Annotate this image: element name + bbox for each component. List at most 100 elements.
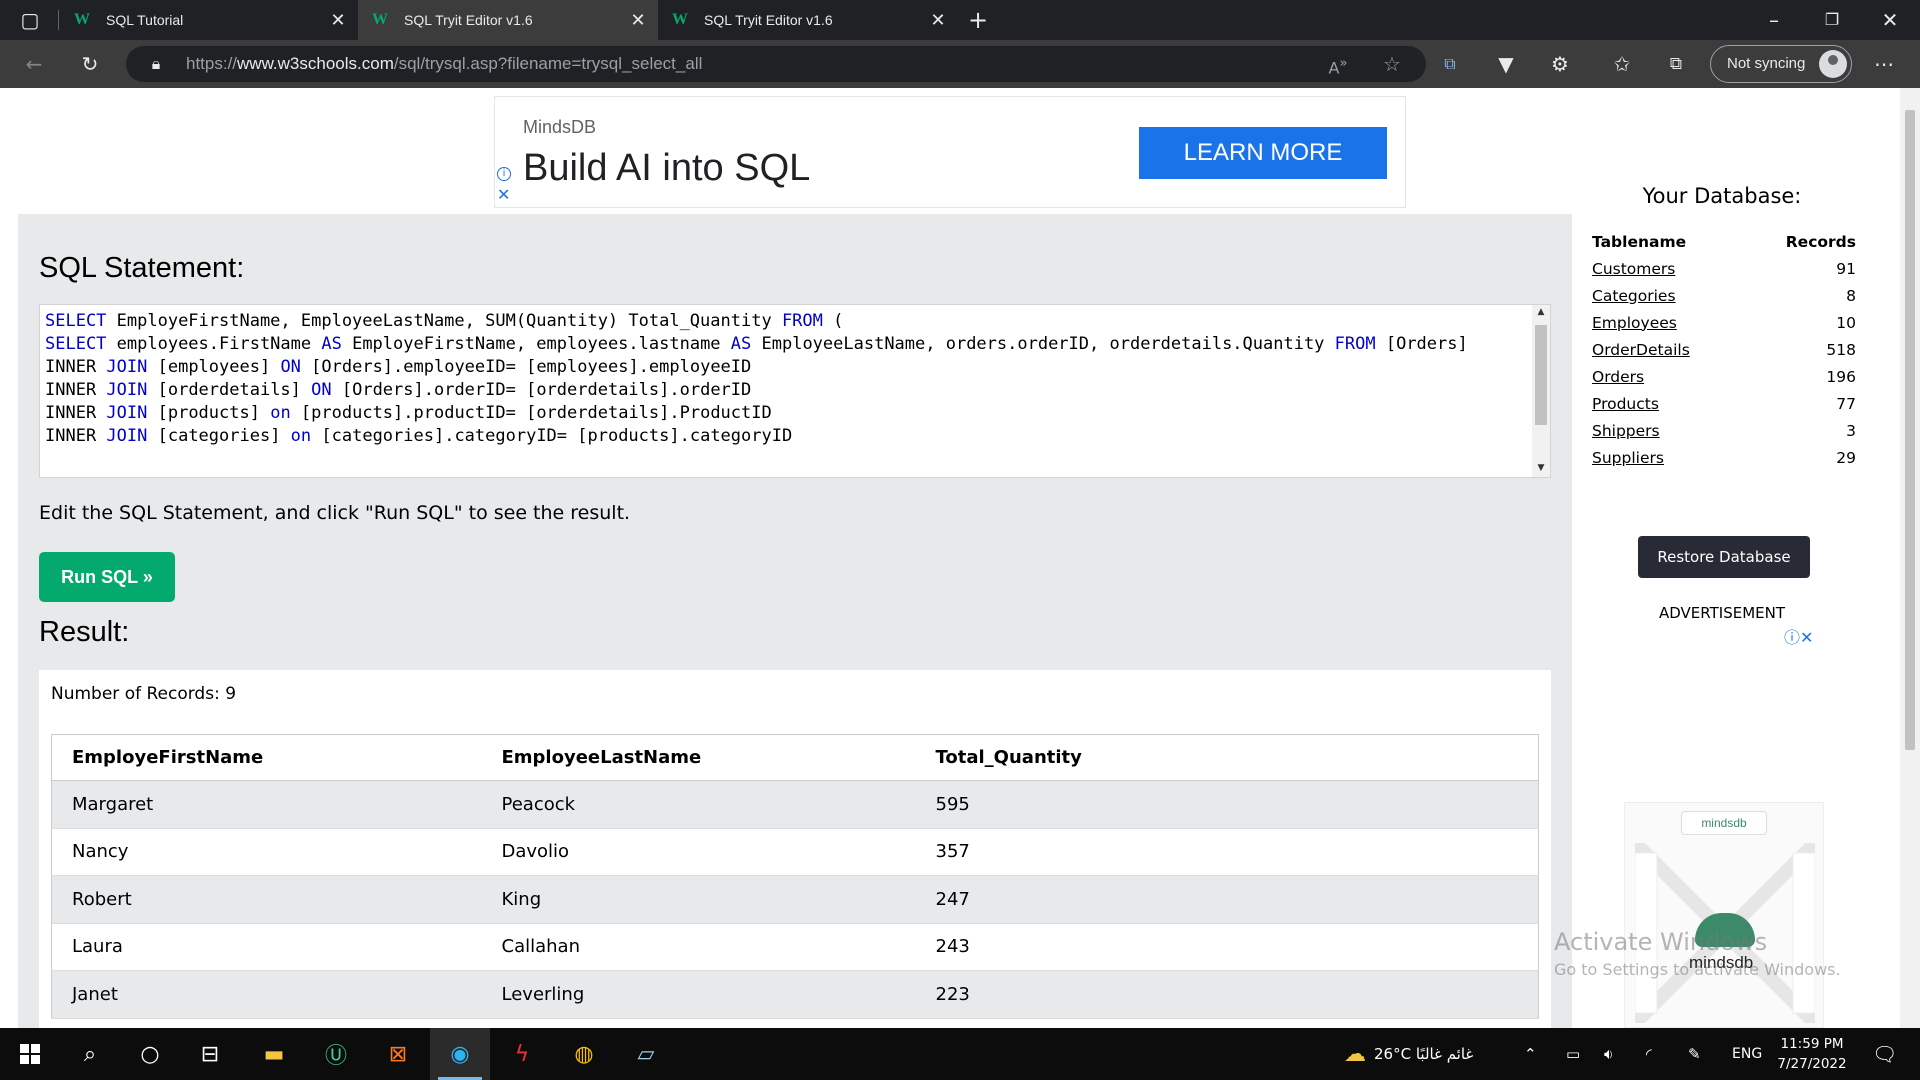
sql-keyword: JOIN — [106, 403, 148, 423]
table-link-categories[interactable]: Categories — [1592, 287, 1676, 305]
show-hidden-icons-icon[interactable]: ⌃ — [1524, 1028, 1537, 1080]
result-panel: Number of Records: 9 EmployeFirstName Em… — [39, 670, 1551, 1028]
address-bar[interactable]: 🔒︎ https://www.w3schools.com/sql/trysql.… — [126, 46, 1426, 82]
notepad-icon[interactable]: ▱ — [616, 1028, 676, 1080]
ad-banner[interactable]: MindsDB Build AI into SQL LEARN MORE i ✕ — [494, 96, 1406, 208]
profile-sync-button[interactable]: Not syncing — [1710, 45, 1852, 83]
code-line[interactable]: INNER JOIN [products] on [products].prod… — [45, 403, 772, 423]
lock-icon[interactable]: 🔒︎ — [140, 48, 172, 80]
weather-text: 26°C غائم غالبًا — [1374, 1045, 1474, 1063]
table-link-orders[interactable]: Orders — [1592, 368, 1644, 386]
url-text[interactable]: https://www.w3schools.com/sql/trysql.asp… — [186, 46, 702, 82]
sql-code-editor[interactable]: SELECT EmployeFirstName, EmployeeLastNam… — [39, 304, 1551, 478]
scroll-down-icon[interactable]: ▼ — [1532, 463, 1550, 473]
new-tab-icon[interactable]: + — [962, 4, 994, 36]
wifi-icon[interactable]: ◜ — [1646, 1028, 1652, 1080]
start-icon[interactable] — [0, 1028, 60, 1080]
table-link-orderdetails[interactable]: OrderDetails — [1592, 341, 1690, 359]
code-line[interactable]: SELECT employees.FirstName AS EmployeFir… — [45, 334, 1468, 354]
tab-actions-icon[interactable]: ▢ — [14, 4, 46, 36]
side-advertisement[interactable]: mindsdb mindsdb — [1624, 802, 1824, 1028]
editor-scrollbar[interactable]: ▲ ▼ — [1532, 305, 1550, 477]
browser-tab-bar: ▢ W SQL Tutorial ✕ W SQL Tryit Editor v1… — [0, 0, 1920, 40]
battery-icon[interactable]: ▭ — [1566, 1028, 1580, 1080]
chrome-icon[interactable]: ◍ — [554, 1028, 614, 1080]
add-favorite-icon[interactable]: ☆ — [1376, 48, 1408, 80]
sql-text: INNER — [45, 380, 107, 400]
volume-icon[interactable]: 🔉︎ — [1604, 1028, 1613, 1080]
ad-close-icon[interactable]: ⓘ✕ — [1784, 624, 1813, 648]
language-indicator[interactable]: ENG — [1732, 1028, 1762, 1080]
weather-widget[interactable]: ☁ 26°C غائم غالبًا — [1344, 1028, 1473, 1080]
tab-sql-tryit-editor-active[interactable]: W SQL Tryit Editor v1.6 ✕ — [358, 0, 658, 40]
clock[interactable]: 11:59 PM 7/27/2022 — [1760, 1034, 1864, 1074]
minimize-window-icon[interactable]: – — [1758, 4, 1790, 36]
cortana-icon[interactable]: ○ — [120, 1028, 180, 1080]
table-link-employees[interactable]: Employees — [1592, 314, 1677, 332]
table-link-shippers[interactable]: Shippers — [1592, 422, 1660, 440]
table-link-customers[interactable]: Customers — [1592, 260, 1675, 278]
read-aloud-icon[interactable]: A» — [1322, 48, 1354, 80]
restore-window-icon[interactable]: ❐ — [1816, 4, 1848, 36]
table-cell: 223 — [915, 970, 1539, 1019]
xampp-icon[interactable]: ⊠ — [368, 1028, 428, 1080]
pen-icon[interactable]: ✎ — [1688, 1028, 1701, 1080]
close-tab-icon[interactable]: ✕ — [328, 10, 348, 31]
code-line[interactable]: INNER JOIN [orderdetails] ON [Orders].or… — [45, 380, 751, 400]
tab-sql-tutorial[interactable]: W SQL Tutorial ✕ — [60, 0, 358, 40]
edge-browser-icon[interactable]: ◉ — [430, 1028, 490, 1080]
page-scrollbar-thumb[interactable] — [1905, 110, 1915, 750]
ad-info-icon[interactable]: i — [497, 167, 511, 181]
table-cell: 243 — [915, 923, 1539, 971]
favorites-icon[interactable]: ✩ — [1606, 48, 1638, 80]
run-sql-button[interactable]: Run SQL » — [39, 552, 175, 602]
file-explorer-icon[interactable]: ▬ — [244, 1028, 304, 1080]
sql-keyword: on — [290, 426, 312, 446]
table-cell: Janet — [51, 970, 482, 1019]
table-link-products[interactable]: Products — [1592, 395, 1659, 413]
url-prefix: https:// — [186, 54, 238, 73]
ad-close-icon[interactable]: ✕ — [497, 185, 510, 204]
sql-statement-heading: SQL Statement: — [39, 252, 245, 284]
sql-keyword: FROM — [781, 311, 823, 331]
collections-icon[interactable]: ⧉ — [1660, 48, 1692, 80]
close-tab-icon[interactable]: ✕ — [928, 10, 948, 31]
list-item: Shippers 3 — [1592, 417, 1856, 444]
flash-app-icon[interactable]: ϟ — [492, 1028, 552, 1080]
page-scrollbar[interactable] — [1900, 88, 1920, 1028]
sql-keyword: JOIN — [106, 426, 148, 446]
vivaldi-extension-icon[interactable]: ▼ — [1490, 48, 1522, 80]
tab-sql-tryit-editor[interactable]: W SQL Tryit Editor v1.6 ✕ — [658, 0, 958, 40]
upwork-icon[interactable]: Ⓤ — [306, 1028, 366, 1080]
sql-text: [categories].categoryID= [products].cate… — [311, 426, 793, 446]
code-line[interactable]: INNER JOIN [categories] on [categories].… — [45, 426, 792, 446]
table-row: Janet Leverling 223 — [51, 970, 1539, 1019]
ad-learn-more-button[interactable]: LEARN MORE — [1139, 127, 1387, 179]
notifications-icon[interactable]: 🗨︎ — [1872, 1028, 1897, 1080]
editor-scrollbar-thumb[interactable] — [1535, 325, 1547, 425]
reload-icon[interactable]: ↻ — [74, 48, 106, 80]
sql-keyword: AS — [730, 334, 752, 354]
back-icon[interactable]: ← — [18, 48, 50, 80]
sql-text: [employees] — [147, 357, 281, 377]
translate-icon[interactable]: ⧉ — [1434, 48, 1466, 80]
column-header: EmployeeLastName — [481, 734, 916, 781]
code-line[interactable]: INNER JOIN [employees] ON [Orders].emplo… — [45, 357, 751, 377]
sql-keyword: on — [270, 403, 291, 423]
extensions-icon[interactable]: ⚙ — [1544, 48, 1576, 80]
scroll-up-icon[interactable]: ▲ — [1532, 307, 1550, 317]
avatar-icon — [1819, 50, 1847, 78]
table-link-suppliers[interactable]: Suppliers — [1592, 449, 1664, 467]
task-view-icon[interactable]: ⊟ — [180, 1028, 240, 1080]
close-window-icon[interactable]: ✕ — [1874, 4, 1906, 36]
restore-database-button[interactable]: Restore Database — [1638, 536, 1810, 578]
record-count-value: 3 — [1846, 421, 1856, 440]
search-icon[interactable]: ⌕ — [60, 1028, 120, 1080]
clock-time: 11:59 PM — [1780, 1036, 1844, 1052]
list-item: Suppliers 29 — [1592, 444, 1856, 471]
web-page: MindsDB Build AI into SQL LEARN MORE i ✕… — [0, 88, 1920, 1028]
instruction-text: Edit the SQL Statement, and click "Run S… — [39, 502, 631, 524]
more-menu-icon[interactable]: ⋯ — [1868, 48, 1900, 80]
close-tab-icon[interactable]: ✕ — [628, 10, 648, 31]
code-line[interactable]: SELECT EmployeFirstName, EmployeeLastNam… — [45, 311, 843, 331]
